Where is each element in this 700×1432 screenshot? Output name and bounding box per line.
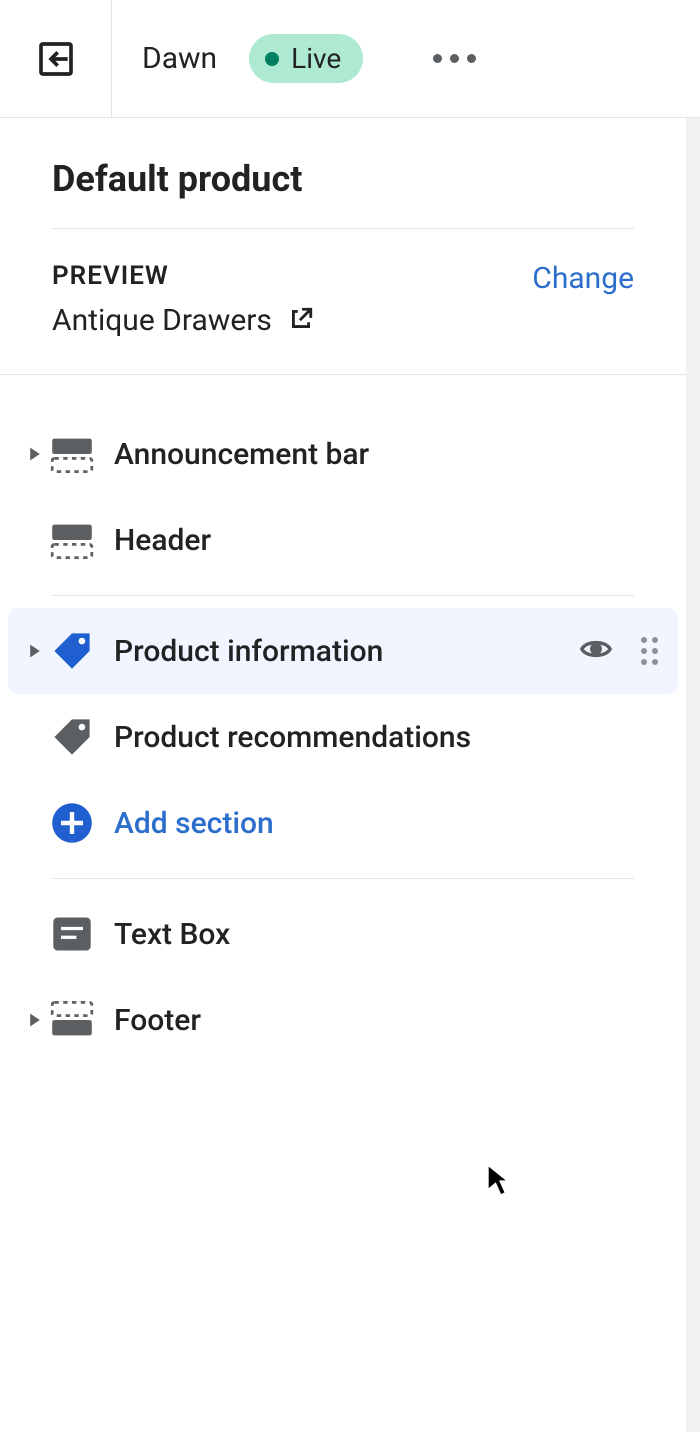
page-title: Default product <box>52 158 634 200</box>
add-section-button[interactable]: Add section <box>0 780 686 866</box>
preview-block: PREVIEW Antique Drawers Change <box>0 229 686 374</box>
section-product-information[interactable]: Product information <box>8 608 678 694</box>
external-link-icon[interactable] <box>288 306 314 336</box>
chevron-right-icon[interactable] <box>20 1012 50 1028</box>
sidebar-panel: Default product PREVIEW Antique Drawers … <box>0 118 700 1432</box>
drag-handle-icon[interactable] <box>641 637 658 665</box>
plus-circle-icon <box>50 801 94 845</box>
tag-icon <box>50 715 94 759</box>
dot-icon <box>450 54 459 63</box>
dot-icon <box>467 54 476 63</box>
divider <box>52 878 634 879</box>
back-button[interactable] <box>0 0 112 118</box>
text-box-icon <box>50 912 94 956</box>
section-label: Announcement bar <box>114 437 658 472</box>
section-announcement-bar[interactable]: Announcement bar <box>0 411 686 497</box>
status-label: Live <box>291 42 341 75</box>
section-text-box[interactable]: Text Box <box>0 891 686 977</box>
section-top-icon <box>50 432 94 476</box>
preview-heading: PREVIEW <box>52 261 314 291</box>
section-footer[interactable]: Footer <box>0 977 686 1063</box>
preview-item-name: Antique Drawers <box>52 303 272 338</box>
theme-name: Dawn <box>142 41 217 76</box>
visibility-toggle[interactable] <box>579 632 613 670</box>
status-badge: Live <box>249 34 363 83</box>
section-label: Footer <box>114 1003 658 1038</box>
exit-icon <box>36 39 76 79</box>
divider <box>52 595 634 596</box>
section-bottom-icon <box>50 998 94 1042</box>
tag-icon <box>50 629 94 673</box>
chevron-right-icon[interactable] <box>20 446 50 462</box>
status-dot-icon <box>265 52 279 66</box>
section-label: Header <box>114 523 658 558</box>
section-product-recommendations[interactable]: Product recommendations <box>0 694 686 780</box>
more-button[interactable] <box>423 44 486 73</box>
section-label: Product information <box>114 634 579 669</box>
section-header[interactable]: Header <box>0 497 686 583</box>
add-section-label: Add section <box>114 806 274 841</box>
sections-list: Announcement bar Header Product informat… <box>0 375 686 1063</box>
dot-icon <box>433 54 442 63</box>
change-link[interactable]: Change <box>532 261 634 338</box>
chevron-right-icon[interactable] <box>20 643 50 659</box>
top-bar: Dawn Live <box>0 0 700 118</box>
section-label: Text Box <box>114 917 658 952</box>
section-label: Product recommendations <box>114 720 658 755</box>
title-block: Default product <box>0 118 686 228</box>
section-top-icon <box>50 518 94 562</box>
